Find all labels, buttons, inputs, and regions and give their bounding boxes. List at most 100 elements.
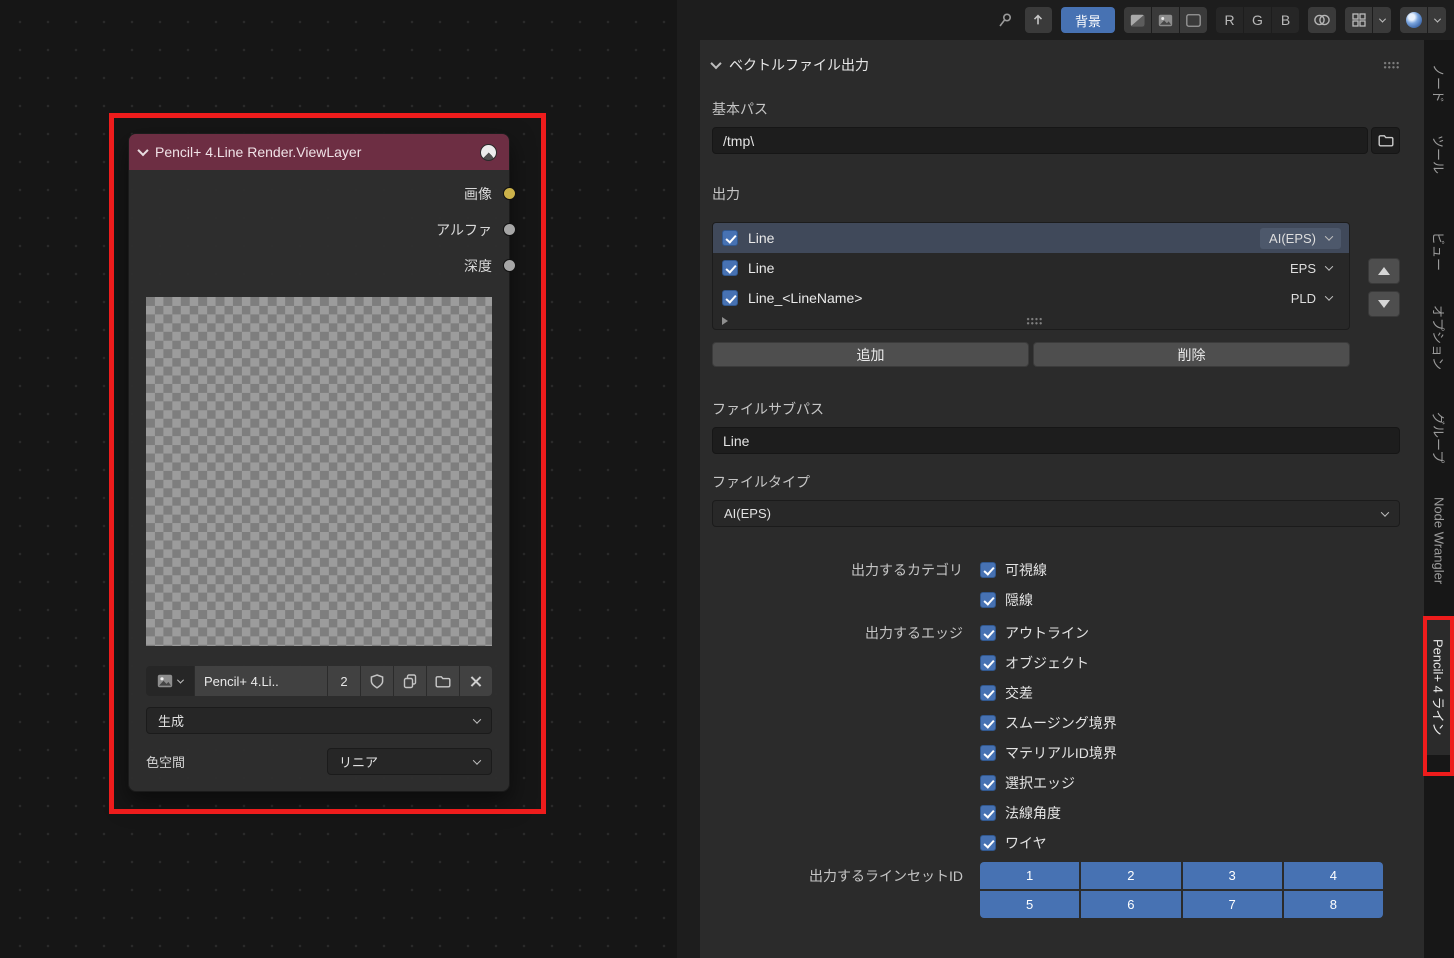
node-editor-canvas[interactable]: Pencil+ 4.Line Render.ViewLayer 画像 アルファ … <box>0 0 677 958</box>
fake-user-shield-button[interactable] <box>360 666 393 696</box>
format-dropdown[interactable]: PLD <box>1282 288 1341 309</box>
checkbox-item[interactable]: スムージング境界 <box>980 708 1400 738</box>
lineset-id-button[interactable]: 7 <box>1183 891 1282 918</box>
panel-header[interactable]: ベクトルファイル出力 <box>712 53 1400 77</box>
subpath-input[interactable]: Line <box>712 427 1400 454</box>
image-browse-button[interactable] <box>146 666 194 696</box>
channel-r-button[interactable]: R <box>1216 7 1243 33</box>
snap-group <box>1345 7 1391 33</box>
move-down-button[interactable] <box>1368 291 1400 317</box>
panel-collapse-chevron-icon[interactable] <box>710 58 721 69</box>
lineset-id-button[interactable]: 4 <box>1284 862 1383 889</box>
row-checkbox[interactable] <box>722 260 738 276</box>
checkbox-item[interactable]: オブジェクト <box>980 648 1400 678</box>
overlay-button[interactable] <box>1308 7 1336 33</box>
tab-view[interactable]: ビュー <box>1424 222 1454 281</box>
snap-menu-button[interactable] <box>1373 7 1391 33</box>
format-dropdown[interactable]: AI(EPS) <box>1260 228 1341 249</box>
chevron-down-icon <box>1325 292 1333 300</box>
checkbox[interactable] <box>980 745 996 761</box>
checkbox-label: 可視線 <box>1005 560 1047 580</box>
tab-group[interactable]: グループ <box>1424 402 1454 473</box>
backdrop-toggle-button[interactable]: 背景 <box>1061 7 1115 33</box>
checkbox-item[interactable]: アウトライン <box>980 618 1400 648</box>
output-list-row[interactable]: Line EPS <box>713 253 1349 283</box>
checkbox[interactable] <box>980 715 996 731</box>
open-image-button[interactable] <box>426 666 459 696</box>
checkbox-label: 隠線 <box>1005 590 1033 610</box>
snap-button[interactable] <box>1345 7 1372 33</box>
checkbox[interactable] <box>980 685 996 701</box>
output-row-alpha: アルファ <box>129 212 509 248</box>
display-group <box>1400 7 1446 33</box>
checkbox[interactable] <box>980 805 996 821</box>
grid-snap-icon <box>1352 13 1366 27</box>
lineset-id-button[interactable]: 5 <box>980 891 1079 918</box>
output-list-row[interactable]: Line AI(EPS) <box>713 223 1349 253</box>
resize-grip-icon[interactable] <box>1026 317 1043 325</box>
image-socket[interactable] <box>503 187 516 200</box>
pin-button[interactable] <box>994 7 1016 33</box>
tab-node-wrangler[interactable]: Node Wrangler <box>1424 487 1454 594</box>
checkbox[interactable] <box>980 835 996 851</box>
row-checkbox[interactable] <box>722 290 738 306</box>
display-menu-button[interactable] <box>1428 7 1446 33</box>
add-button[interactable]: 追加 <box>712 342 1029 367</box>
pencil-line-render-node[interactable]: Pencil+ 4.Line Render.ViewLayer 画像 アルファ … <box>128 133 510 792</box>
lineset-id-button[interactable]: 3 <box>1183 862 1282 889</box>
checkbox[interactable] <box>980 562 996 578</box>
format-dropdown[interactable]: EPS <box>1281 258 1341 279</box>
unlink-button[interactable] <box>459 666 492 696</box>
lineset-id-button[interactable]: 1 <box>980 862 1079 889</box>
tab-node[interactable]: ノード <box>1424 54 1454 113</box>
checkbox[interactable] <box>980 592 996 608</box>
row-checkbox[interactable] <box>722 230 738 246</box>
channel-color-alpha-button[interactable] <box>1124 7 1151 33</box>
delete-button[interactable]: 削除 <box>1033 342 1350 367</box>
move-up-button[interactable] <box>1368 258 1400 284</box>
browse-path-button[interactable] <box>1371 127 1400 154</box>
channel-color-button[interactable] <box>1152 7 1179 33</box>
checkbox-item[interactable]: 可視線 <box>980 555 1400 585</box>
channel-alpha-button[interactable] <box>1180 7 1207 33</box>
checkbox-item[interactable]: マテリアルID境界 <box>980 738 1400 768</box>
checkbox-item[interactable]: 交差 <box>980 678 1400 708</box>
output-list-row[interactable]: Line_<LineName> PLD <box>713 283 1349 313</box>
channel-g-button[interactable]: G <box>1244 7 1271 33</box>
checkbox[interactable] <box>980 655 996 671</box>
copy-icon <box>403 674 417 689</box>
expand-triangle-icon[interactable] <box>722 317 728 325</box>
chevron-down-icon <box>1325 262 1333 270</box>
display-sphere-button[interactable] <box>1400 7 1427 33</box>
checkbox[interactable] <box>980 625 996 641</box>
lineset-group: 出力するラインセットID 1 2 3 4 5 6 7 8 <box>712 861 1400 918</box>
alpha-socket[interactable] <box>503 223 516 236</box>
parent-up-button[interactable] <box>1025 7 1052 33</box>
checkbox-item[interactable]: 法線角度 <box>980 798 1400 828</box>
tab-tool[interactable]: ツール <box>1424 125 1454 184</box>
lineset-id-button[interactable]: 2 <box>1081 862 1180 889</box>
node-header[interactable]: Pencil+ 4.Line Render.ViewLayer <box>129 134 509 170</box>
checkbox-item[interactable]: ワイヤ <box>980 828 1400 858</box>
node-collapse-chevron-icon[interactable] <box>137 145 148 156</box>
tab-options[interactable]: オプション <box>1424 295 1454 380</box>
lineset-id-button[interactable]: 6 <box>1081 891 1180 918</box>
users-count-button[interactable]: 2 <box>327 666 360 696</box>
checkbox-item[interactable]: 選択エッジ <box>980 768 1400 798</box>
colorspace-dropdown[interactable]: リニア <box>327 748 492 775</box>
image-name-field[interactable]: Pencil+ 4.Li.. <box>194 666 327 696</box>
arrow-down-icon <box>1378 300 1390 308</box>
base-path-input[interactable]: /tmp\ <box>712 127 1368 154</box>
lineset-id-button[interactable]: 8 <box>1284 891 1383 918</box>
editor-header-bar: 背景 R G B <box>677 0 1454 40</box>
format-value: PLD <box>1291 291 1316 306</box>
tab-pencil4-line[interactable]: Pencil+ 4 ライン <box>1424 619 1454 755</box>
image-source-dropdown[interactable]: 生成 <box>146 707 492 734</box>
filetype-dropdown[interactable]: AI(EPS) <box>712 500 1400 527</box>
drag-grip-icon[interactable] <box>1383 61 1400 69</box>
duplicate-button[interactable] <box>393 666 426 696</box>
depth-socket[interactable] <box>503 259 516 272</box>
channel-b-button[interactable]: B <box>1272 7 1299 33</box>
checkbox[interactable] <box>980 775 996 791</box>
checkbox-item[interactable]: 隠線 <box>980 585 1400 615</box>
